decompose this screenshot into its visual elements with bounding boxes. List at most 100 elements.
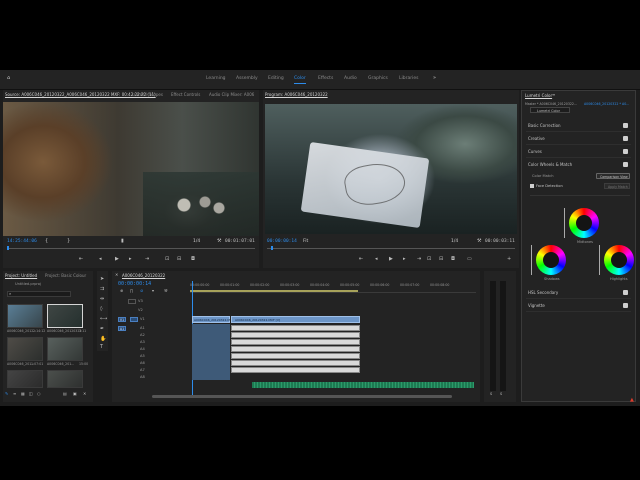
face-detection-checkbox[interactable] xyxy=(530,184,534,188)
apply-match-button[interactable]: Apply Match xyxy=(604,183,630,189)
lumetri-clip[interactable]: A006C046_20120322 * A0... xyxy=(584,102,629,106)
section-vignette[interactable]: Vignette xyxy=(526,299,631,312)
program-fit-select[interactable]: Fit xyxy=(303,239,308,244)
hsl-secondary-checkbox[interactable] xyxy=(623,290,628,295)
program-playhead-bar[interactable] xyxy=(267,248,515,249)
color-wheels-checkbox[interactable] xyxy=(623,162,628,167)
pencil-icon[interactable]: ✎ xyxy=(5,392,8,396)
creative-checkbox[interactable] xyxy=(623,136,628,141)
project-search-input[interactable]: ⌕ xyxy=(7,291,71,297)
basic-correction-checkbox[interactable] xyxy=(623,123,628,128)
linked-selection-icon[interactable]: ⊘ xyxy=(140,289,143,293)
track-select-tool-icon[interactable]: ⇉ xyxy=(100,287,104,292)
solo-left-icon[interactable]: S xyxy=(490,392,492,397)
list-view-icon[interactable]: ≡ xyxy=(13,392,16,396)
source-playhead[interactable] xyxy=(7,246,9,250)
step-back-icon[interactable]: ◂ xyxy=(99,257,102,262)
clip-v1-a[interactable]: A006C046_20120322.MXF [V] xyxy=(192,316,230,323)
source-playhead-bar[interactable] xyxy=(7,248,255,249)
vignette-checkbox[interactable] xyxy=(623,303,628,308)
program-wrench-icon[interactable]: ⚒ xyxy=(477,239,481,244)
track-a1-source-patch[interactable]: A1 xyxy=(118,326,126,331)
clip-v1-b[interactable]: A006C046_20120322.MXF [V] xyxy=(231,316,360,323)
lumetri-master[interactable]: Master * A006C046_20120322... xyxy=(525,102,577,106)
tab-sequence[interactable]: A006C046_20120322 xyxy=(122,273,165,278)
play-icon[interactable]: ▶ xyxy=(115,257,119,262)
new-bin-icon[interactable]: ▤ xyxy=(63,392,67,396)
section-hsl-secondary[interactable]: HSL Secondary xyxy=(526,286,631,299)
program-play-icon[interactable]: ▶ xyxy=(389,257,393,262)
program-playhead[interactable] xyxy=(271,246,273,250)
midtones-wheel[interactable] xyxy=(569,208,599,238)
section-curves[interactable]: Curves xyxy=(526,145,631,158)
pen-tool-icon[interactable]: ✒ xyxy=(100,327,104,332)
workspace-tab-effects[interactable]: Effects xyxy=(318,76,333,81)
workspace-tab-editing[interactable]: Editing xyxy=(268,76,284,81)
timeline-ruler[interactable]: 00:00:00:00 00:00:01:00 00:00:02:00 00:0… xyxy=(190,281,476,293)
comparison-view-button[interactable]: Comparison View xyxy=(596,173,630,179)
go-to-in-icon[interactable]: ⇤ xyxy=(79,257,83,262)
program-go-to-in-icon[interactable]: ⇤ xyxy=(359,257,363,262)
project-thumb-1[interactable] xyxy=(7,304,43,328)
workspace-tab-learning[interactable]: Learning xyxy=(206,76,226,81)
workspace-tab-assembly[interactable]: Assembly xyxy=(236,76,258,81)
section-basic-correction[interactable]: Basic Correction xyxy=(526,119,631,132)
workspace-tab-graphics[interactable]: Graphics xyxy=(368,76,388,81)
work-area-bar[interactable] xyxy=(190,290,358,292)
add-marker-icon[interactable]: ▾ xyxy=(152,289,154,293)
workspace-tab-libraries[interactable]: Libraries xyxy=(399,76,418,81)
extract-icon[interactable]: ⊟ xyxy=(439,257,443,262)
project-thumb-4[interactable] xyxy=(47,337,83,361)
export-frame-icon[interactable]: ◘ xyxy=(191,257,195,262)
trash-icon[interactable]: ✕ xyxy=(83,392,86,396)
overwrite-icon[interactable]: ⊟ xyxy=(177,257,181,262)
selection-tool-icon[interactable]: ➤ xyxy=(100,277,104,282)
clip-a7[interactable] xyxy=(231,367,360,373)
clip-a4[interactable] xyxy=(231,346,360,352)
snap-icon[interactable]: ⋂ xyxy=(130,289,133,293)
source-fit-select[interactable]: 1/4 xyxy=(193,239,200,244)
timeline-scroll-thumb[interactable] xyxy=(152,395,452,398)
workspace-tab-audio[interactable]: Audio xyxy=(344,76,357,81)
comparison-view-icon[interactable]: ▭ xyxy=(467,257,472,262)
new-item-icon[interactable]: ▣ xyxy=(73,392,77,396)
program-timecode[interactable]: 00:00:00:14 xyxy=(267,239,297,244)
midtones-slider[interactable] xyxy=(564,208,565,238)
hand-tool-icon[interactable]: ✋ xyxy=(100,337,106,342)
marker-icon[interactable]: ▮ xyxy=(121,239,124,244)
go-to-out-icon[interactable]: ⇥ xyxy=(145,257,149,262)
clip-a8-audio[interactable] xyxy=(252,382,474,388)
lumetri-title[interactable]: Lumetri Color xyxy=(525,93,552,98)
more-workspaces-icon[interactable]: » xyxy=(433,76,436,81)
tab-project-basic-colour[interactable]: Project: Basic Colour xyxy=(45,273,86,278)
tab-project-untitled[interactable]: Project: Untitled xyxy=(5,273,37,278)
tab-audio-clip-mixer[interactable]: Audio Clip Mixer: A006 xyxy=(209,92,254,97)
highlights-slider[interactable] xyxy=(599,245,600,275)
track-v1-target[interactable] xyxy=(130,317,138,322)
tab-lumetri-scopes[interactable]: Lumetri Scopes xyxy=(132,92,163,97)
project-thumb-6[interactable] xyxy=(47,370,83,388)
source-timecode[interactable]: 14:25:44:06 xyxy=(7,239,37,244)
program-step-forward-icon[interactable]: ▸ xyxy=(403,257,406,262)
mark-in-icon[interactable]: { xyxy=(45,239,48,244)
type-tool-icon[interactable]: T xyxy=(100,345,103,350)
tab-program[interactable]: Program: A006C046_20120322 xyxy=(265,92,328,97)
highlights-wheel[interactable] xyxy=(604,245,634,275)
track-v3-target[interactable] xyxy=(128,299,136,304)
program-scale-select[interactable]: 1/4 xyxy=(451,239,458,244)
razor-tool-icon[interactable]: ◊ xyxy=(100,307,102,312)
section-color-wheels[interactable]: Color Wheels & Match xyxy=(526,158,631,171)
clip-a5[interactable] xyxy=(231,353,360,359)
shadows-slider[interactable] xyxy=(531,245,532,275)
mark-out-icon[interactable]: } xyxy=(67,239,70,244)
wrench-icon[interactable]: ⚒ xyxy=(217,239,221,244)
project-thumb-3[interactable] xyxy=(7,337,43,361)
clip-a6[interactable] xyxy=(231,360,360,366)
ripple-edit-tool-icon[interactable]: ⇹ xyxy=(100,297,104,302)
section-creative[interactable]: Creative xyxy=(526,132,631,145)
freeform-view-icon[interactable]: ◫ xyxy=(29,392,33,396)
track-v1-source-patch[interactable]: V1 xyxy=(118,317,126,322)
tab-effect-controls[interactable]: Effect Controls xyxy=(171,92,200,97)
project-thumb-5[interactable] xyxy=(7,370,43,388)
timeline-settings-icon[interactable]: ⚒ xyxy=(164,289,168,293)
